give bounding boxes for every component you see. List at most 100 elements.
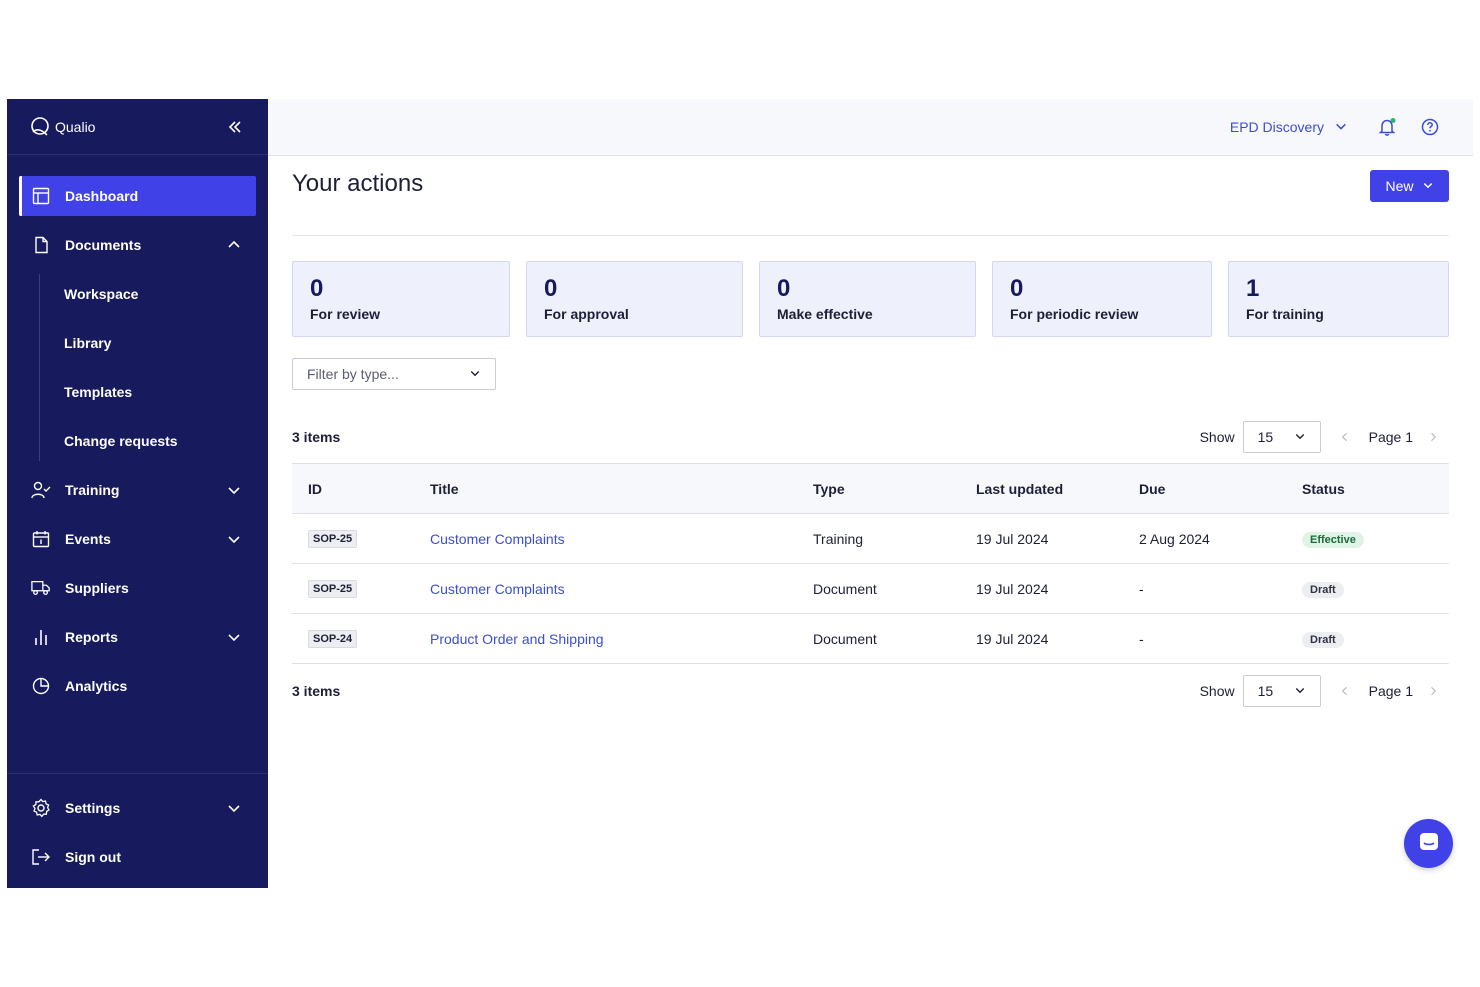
- workspace-selector[interactable]: EPD Discovery: [1230, 119, 1348, 136]
- sidebar-item-label: Dashboard: [65, 188, 139, 204]
- sidebar-bottom: Settings Sign out: [7, 773, 268, 886]
- chevron-down-icon: [1422, 178, 1434, 194]
- main-nav: Dashboard Documents Workspace Library Te…: [7, 155, 268, 706]
- user-check-icon: [31, 480, 51, 500]
- card-label: For review: [310, 306, 381, 322]
- sidebar-item-dashboard[interactable]: Dashboard: [19, 176, 256, 216]
- sidebar-item-label: Events: [65, 531, 111, 547]
- chat-launcher-button[interactable]: [1404, 819, 1453, 868]
- document-title-link[interactable]: Product Order and Shipping: [430, 631, 604, 647]
- collapse-sidebar-icon[interactable]: [226, 118, 244, 136]
- chevron-down-icon: [469, 366, 481, 382]
- table-row[interactable]: SOP-24 Product Order and Shipping Docume…: [292, 614, 1449, 664]
- filter-by-type-select[interactable]: Filter by type...: [292, 358, 496, 390]
- column-header-id[interactable]: ID: [292, 464, 414, 514]
- card-count: 0: [1010, 275, 1024, 302]
- card-for-review[interactable]: 0 For review: [292, 261, 510, 337]
- card-for-approval[interactable]: 0 For approval: [526, 261, 743, 337]
- column-header-status[interactable]: Status: [1286, 464, 1449, 514]
- chevron-down-icon: [1294, 683, 1306, 699]
- sidebar-subitem-label: Change requests: [64, 433, 178, 449]
- new-button[interactable]: New: [1370, 170, 1449, 202]
- document-icon: [31, 235, 51, 255]
- sidebar-item-label: Training: [65, 482, 120, 498]
- card-for-training[interactable]: 1 For training: [1228, 261, 1449, 337]
- brand[interactable]: Qualio: [29, 116, 95, 138]
- documents-subnav: Workspace Library Templates Change reque…: [7, 274, 268, 461]
- page-size-select[interactable]: 15: [1242, 675, 1321, 707]
- previous-page-icon[interactable]: [1337, 429, 1353, 445]
- status-badge: Draft: [1302, 581, 1344, 598]
- main-area: EPD Discovery Your actions New 0 For rev…: [268, 99, 1473, 888]
- card-make-effective[interactable]: 0 Make effective: [759, 261, 976, 337]
- new-button-label: New: [1385, 178, 1414, 194]
- sidebar-subitem-label: Workspace: [64, 286, 139, 302]
- sidebar-item-settings[interactable]: Settings: [19, 788, 256, 828]
- list-toolbar-bottom: 3 items Show 15 Page 1: [292, 675, 1449, 707]
- content: Your actions New 0 For review 0 For appr…: [292, 156, 1449, 707]
- due-date: -: [1139, 630, 1144, 647]
- pagination-top: Show 15 Page 1: [1200, 421, 1449, 453]
- sidebar-item-sign-out[interactable]: Sign out: [19, 837, 256, 877]
- chevron-down-icon: [1334, 119, 1348, 136]
- last-updated: 19 Jul 2024: [976, 580, 1049, 597]
- app-window: Qualio Dashboard Documents Workspace Lib…: [7, 99, 1473, 888]
- sidebar-subitem-library[interactable]: Library: [19, 323, 256, 363]
- sidebar-item-suppliers[interactable]: Suppliers: [19, 568, 256, 608]
- sidebar-header: Qualio: [7, 99, 268, 155]
- qualio-logo-icon: [29, 116, 51, 138]
- sidebar-subitem-templates[interactable]: Templates: [19, 372, 256, 412]
- sidebar-item-events[interactable]: Events: [19, 519, 256, 559]
- document-title-link[interactable]: Customer Complaints: [430, 581, 565, 597]
- column-header-title[interactable]: Title: [414, 464, 797, 514]
- sidebar-item-reports[interactable]: Reports: [19, 617, 256, 657]
- card-for-periodic-review[interactable]: 0 For periodic review: [992, 261, 1212, 337]
- brand-name: Qualio: [55, 118, 96, 135]
- column-header-due[interactable]: Due: [1123, 464, 1286, 514]
- card-count: 1: [1246, 275, 1260, 302]
- column-header-type[interactable]: Type: [797, 464, 960, 514]
- document-id-tag: SOP-25: [308, 580, 358, 598]
- card-label: For training: [1246, 306, 1324, 322]
- table-row[interactable]: SOP-25 Customer Complaints Training 19 J…: [292, 514, 1449, 564]
- card-label: For approval: [544, 306, 629, 322]
- next-page-icon[interactable]: [1425, 429, 1441, 445]
- due-date: 2 Aug 2024: [1139, 530, 1210, 547]
- page-size-select[interactable]: 15: [1242, 421, 1321, 453]
- status-badge: Effective: [1302, 531, 1364, 548]
- sidebar-item-label: Documents: [65, 237, 142, 253]
- sidebar: Qualio Dashboard Documents Workspace Lib…: [7, 99, 268, 888]
- page-size-value: 15: [1257, 429, 1274, 445]
- column-header-last-updated[interactable]: Last updated: [960, 464, 1123, 514]
- chevron-down-icon: [226, 629, 242, 645]
- show-label: Show: [1199, 683, 1235, 699]
- page-size-value: 15: [1257, 683, 1274, 699]
- table-row[interactable]: SOP-25 Customer Complaints Document 19 J…: [292, 564, 1449, 614]
- next-page-icon[interactable]: [1425, 683, 1441, 699]
- card-label: For periodic review: [1010, 306, 1139, 322]
- items-count: 3 items: [292, 429, 341, 445]
- sidebar-subitem-change-requests[interactable]: Change requests: [19, 421, 256, 461]
- previous-page-icon[interactable]: [1337, 683, 1353, 699]
- due-date: -: [1139, 580, 1144, 597]
- notification-bell-icon[interactable]: [1378, 117, 1398, 137]
- chevron-down-icon: [1294, 429, 1306, 445]
- gear-icon: [31, 798, 51, 818]
- pagination-bottom: Show 15 Page 1: [1200, 675, 1449, 707]
- sidebar-item-training[interactable]: Training: [19, 470, 256, 510]
- truck-icon: [31, 578, 51, 598]
- help-icon[interactable]: [1420, 117, 1440, 137]
- chevron-up-icon: [226, 237, 242, 253]
- sidebar-subitem-workspace[interactable]: Workspace: [19, 274, 256, 314]
- status-badge: Draft: [1302, 631, 1344, 648]
- document-type: Document: [813, 580, 877, 597]
- sidebar-item-documents[interactable]: Documents: [19, 225, 256, 265]
- sidebar-subitem-label: Templates: [64, 384, 133, 400]
- page-indicator: Page 1: [1368, 429, 1413, 445]
- pie-chart-icon: [31, 676, 51, 696]
- dashboard-icon: [31, 186, 51, 206]
- bar-chart-icon: [31, 627, 51, 647]
- document-title-link[interactable]: Customer Complaints: [430, 531, 565, 547]
- card-count: 0: [310, 275, 324, 302]
- sidebar-item-analytics[interactable]: Analytics: [19, 666, 256, 706]
